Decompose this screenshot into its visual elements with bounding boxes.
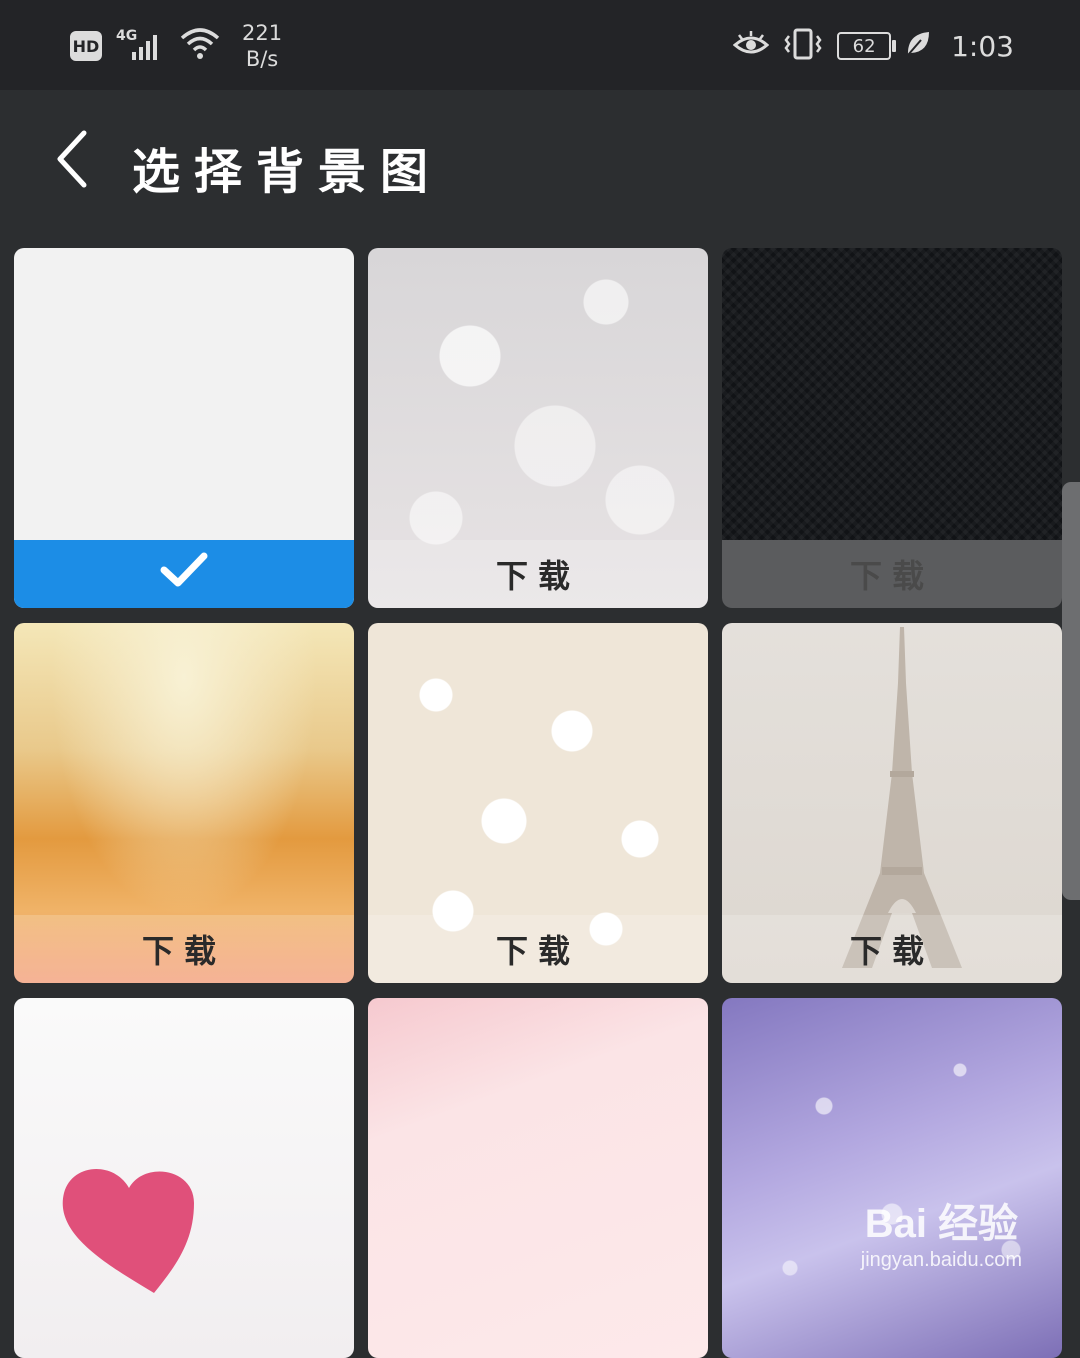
app-header: 选择背景图 bbox=[0, 90, 1080, 235]
leaf-icon bbox=[905, 30, 931, 62]
page-title: 选择背景图 bbox=[132, 144, 443, 200]
hd-badge: HD bbox=[70, 31, 102, 61]
status-right: 62 1:03 bbox=[732, 22, 1014, 70]
download-button[interactable]: 下载 bbox=[722, 915, 1062, 983]
back-button[interactable] bbox=[44, 126, 100, 196]
background-card-gold[interactable]: 下载 bbox=[14, 623, 354, 983]
background-card-white[interactable] bbox=[14, 248, 354, 608]
status-left: HD 4G 221 B/s bbox=[70, 18, 282, 74]
background-card-bokeh[interactable]: 下载 bbox=[368, 248, 708, 608]
battery-level: 62 bbox=[852, 35, 876, 57]
speed-value: 221 bbox=[242, 21, 283, 45]
vibrate-icon bbox=[783, 28, 823, 64]
background-card-pink[interactable] bbox=[368, 998, 708, 1358]
clock: 1:03 bbox=[951, 29, 1014, 63]
wifi-icon bbox=[180, 26, 220, 66]
chevron-left-icon bbox=[54, 129, 90, 193]
background-grid: 下载 下载 下载 下载 下载 bbox=[14, 248, 1062, 1358]
heart-image bbox=[62, 1169, 194, 1293]
eye-icon bbox=[732, 29, 770, 63]
scrollbar[interactable] bbox=[1062, 482, 1080, 900]
status-bar: HD 4G 221 B/s 62 1:03 bbox=[0, 0, 1080, 90]
download-button[interactable]: 下载 bbox=[14, 915, 354, 983]
battery-icon: 62 bbox=[837, 32, 897, 60]
signal-icon: 4G bbox=[116, 26, 166, 66]
download-button[interactable]: 下载 bbox=[368, 915, 708, 983]
checkmark-icon bbox=[160, 550, 208, 598]
background-card-drops[interactable] bbox=[722, 998, 1062, 1358]
selected-indicator bbox=[14, 540, 354, 608]
background-card-dark[interactable]: 下载 bbox=[722, 248, 1062, 608]
download-button[interactable]: 下载 bbox=[368, 540, 708, 608]
background-card-heart[interactable] bbox=[14, 998, 354, 1358]
network-speed: 221 B/s bbox=[242, 20, 282, 72]
speed-unit: B/s bbox=[245, 47, 279, 71]
download-button[interactable]: 下载 bbox=[722, 540, 1062, 608]
background-card-flowers[interactable]: 下载 bbox=[368, 623, 708, 983]
background-card-eiffel[interactable]: 下载 bbox=[722, 623, 1062, 983]
